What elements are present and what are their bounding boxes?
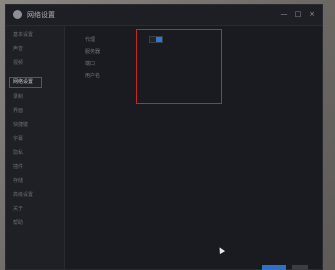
app-logo-icon: [13, 10, 22, 19]
port-label: 端口: [85, 61, 96, 67]
maximize-button[interactable]: □: [294, 10, 302, 18]
sidebar-item-interface[interactable]: 界面: [13, 108, 23, 115]
server-label: 服务器: [85, 49, 101, 55]
sidebar-item-basic[interactable]: 基本设置: [13, 32, 33, 39]
sidebar-item-record[interactable]: 录制: [13, 94, 23, 101]
proxy-toggle[interactable]: [149, 36, 163, 43]
sidebar-item-plugins[interactable]: 插件: [13, 164, 23, 171]
window-title: 网络设置: [27, 11, 55, 19]
close-button[interactable]: ×: [308, 10, 316, 18]
sidebar-item-audio[interactable]: 声音: [13, 46, 23, 53]
sidebar-item-network[interactable]: 网络设置: [13, 79, 33, 86]
toggle-knob: [156, 37, 162, 42]
sidebar-item-storage[interactable]: 存储: [13, 178, 23, 185]
confirm-button[interactable]: [262, 265, 286, 270]
settings-content: 代理 服务器 端口 用户名: [65, 26, 322, 269]
username-label: 用户名: [85, 73, 101, 79]
sidebar-item-video[interactable]: 视频: [13, 60, 23, 67]
sidebar-item-about[interactable]: 关于: [13, 206, 23, 213]
sidebar-item-advanced[interactable]: 高级设置: [13, 192, 33, 199]
cancel-button[interactable]: [292, 265, 308, 270]
sidebar-item-privacy[interactable]: 隐私: [13, 150, 23, 157]
proxy-label: 代理: [85, 37, 96, 43]
sidebar-item-hotkeys[interactable]: 快捷键: [13, 122, 28, 129]
sidebar-item-subtitles[interactable]: 字幕: [13, 136, 23, 143]
title-bar: 网络设置 — □ ×: [6, 5, 322, 26]
settings-sidebar: 基本设置 声音 视频 网络设置 录制 界面 快捷键 字幕 隐私 插件 存储 高级…: [6, 26, 65, 269]
window-controls: — □ ×: [280, 10, 316, 18]
settings-window: 网络设置 — □ × 基本设置 声音 视频 网络设置 录制 界面 快捷键 字幕 …: [5, 4, 323, 270]
sidebar-item-help[interactable]: 帮助: [13, 220, 23, 227]
minimize-button[interactable]: —: [280, 10, 288, 18]
